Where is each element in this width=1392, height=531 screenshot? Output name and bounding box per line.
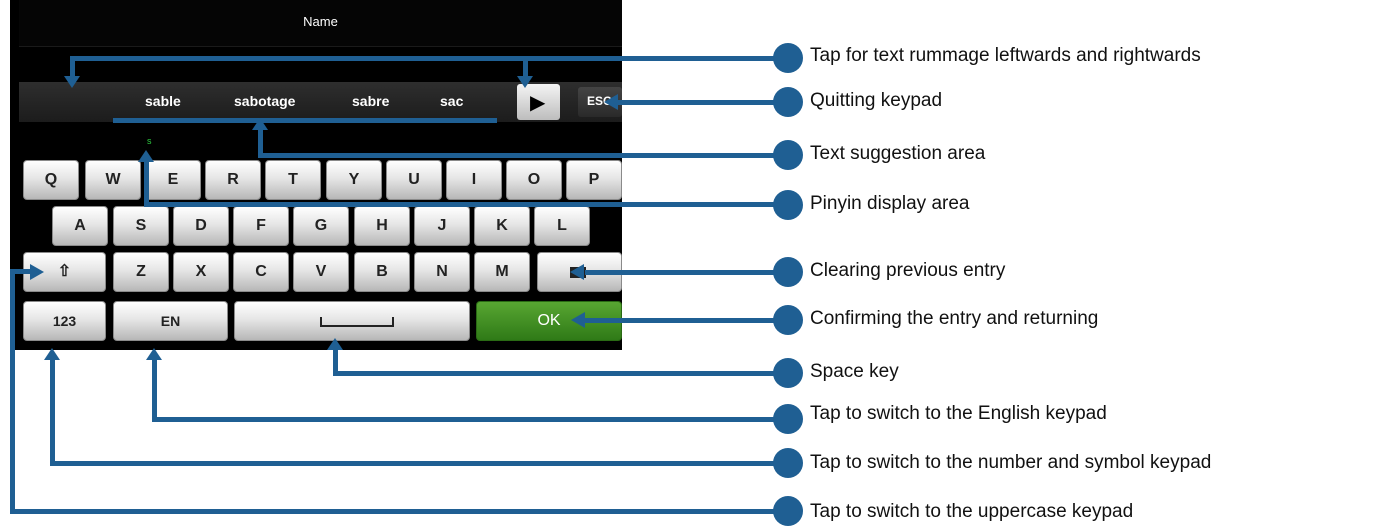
arrow-up-icon — [146, 348, 162, 360]
callout-dot — [773, 257, 803, 287]
callout-line — [585, 270, 788, 275]
key-n[interactable]: N — [414, 252, 470, 292]
callout-line — [144, 202, 788, 207]
callout-line — [523, 56, 528, 78]
space-key[interactable] — [234, 301, 470, 341]
key-a[interactable]: A — [52, 206, 108, 246]
callout-dot — [773, 190, 803, 220]
key-l[interactable]: L — [534, 206, 590, 246]
title-bar: Name — [19, 0, 622, 47]
key-f[interactable]: F — [233, 206, 289, 246]
arrow-down-icon — [64, 76, 80, 88]
arrow-left-icon — [570, 264, 584, 280]
language-key[interactable]: EN — [113, 301, 228, 341]
suggestion-item[interactable]: sac — [440, 93, 463, 109]
arrow-up-icon — [327, 338, 343, 350]
space-bar-icon — [320, 317, 394, 327]
callout-label: Tap to switch to the English keypad — [810, 403, 1107, 424]
callout-label: Confirming the entry and returning — [810, 308, 1099, 329]
key-m[interactable]: M — [474, 252, 530, 292]
callout-line — [50, 360, 55, 466]
arrow-right-icon — [30, 264, 44, 280]
callout-dot — [773, 358, 803, 388]
arrow-left-icon — [571, 312, 585, 328]
callout-label: Text suggestion area — [810, 143, 986, 164]
callout-line — [585, 318, 788, 323]
callout-dot — [773, 87, 803, 117]
callout-dot — [773, 496, 803, 526]
key-b[interactable]: B — [354, 252, 410, 292]
key-z[interactable]: Z — [113, 252, 169, 292]
key-k[interactable]: K — [474, 206, 530, 246]
arrow-down-icon — [517, 76, 533, 88]
callout-label: Clearing previous entry — [810, 260, 1006, 281]
key-w[interactable]: W — [85, 160, 141, 200]
key-o[interactable]: O — [506, 160, 562, 200]
key-c[interactable]: C — [233, 252, 289, 292]
callout-label: Pinyin display area — [810, 193, 970, 214]
callout-label: Tap for text rummage leftwards and right… — [810, 45, 1201, 66]
suggestion-item[interactable]: sabotage — [234, 93, 295, 109]
key-p[interactable]: P — [566, 160, 622, 200]
callout-dot — [773, 43, 803, 73]
callout-line — [618, 100, 788, 105]
page-title: Name — [303, 14, 338, 29]
callout-label: Quitting keypad — [810, 90, 943, 111]
key-r[interactable]: R — [205, 160, 261, 200]
callout-dot — [773, 305, 803, 335]
key-i[interactable]: I — [446, 160, 502, 200]
key-d[interactable]: D — [173, 206, 229, 246]
key-x[interactable]: X — [173, 252, 229, 292]
callout-line — [144, 160, 149, 207]
suggestion-item[interactable]: sable — [145, 93, 181, 109]
callout-line — [50, 461, 788, 466]
callout-label: Tap to switch to the number and symbol k… — [810, 452, 1212, 473]
callout-dot — [773, 404, 803, 434]
callout-line — [333, 371, 788, 376]
key-q[interactable]: Q — [23, 160, 79, 200]
arrow-up-icon — [138, 150, 154, 162]
numbers-key[interactable]: 123 — [23, 301, 106, 341]
callout-line — [152, 417, 788, 422]
key-g[interactable]: G — [293, 206, 349, 246]
callout-dot — [773, 140, 803, 170]
pinyin-display-area: s — [147, 136, 152, 146]
key-j[interactable]: J — [414, 206, 470, 246]
callout-line — [70, 56, 788, 61]
key-h[interactable]: H — [354, 206, 410, 246]
scroll-suggestions-button[interactable]: ▶ — [517, 84, 560, 120]
arrow-up-icon — [44, 348, 60, 360]
arrow-left-icon — [604, 94, 618, 110]
key-e[interactable]: E — [145, 160, 201, 200]
key-y[interactable]: Y — [326, 160, 382, 200]
callout-dot — [773, 448, 803, 478]
callout-line — [10, 269, 15, 514]
key-t[interactable]: T — [265, 160, 321, 200]
play-arrow-icon: ▶ — [530, 90, 546, 114]
shift-arrow-icon: ⇧ — [57, 263, 72, 280]
callout-line — [10, 509, 788, 514]
callout-label: Tap to switch to the uppercase keypad — [810, 501, 1134, 522]
suggestion-item[interactable]: sabre — [352, 93, 389, 109]
callout-line — [70, 56, 75, 78]
suggestion-bracket-line — [113, 118, 497, 123]
key-v[interactable]: V — [293, 252, 349, 292]
arrow-up-icon — [252, 118, 268, 130]
callout-line — [152, 360, 157, 422]
key-s[interactable]: S — [113, 206, 169, 246]
key-u[interactable]: U — [386, 160, 442, 200]
callout-label: Space key — [810, 361, 899, 382]
callout-line — [258, 153, 788, 158]
